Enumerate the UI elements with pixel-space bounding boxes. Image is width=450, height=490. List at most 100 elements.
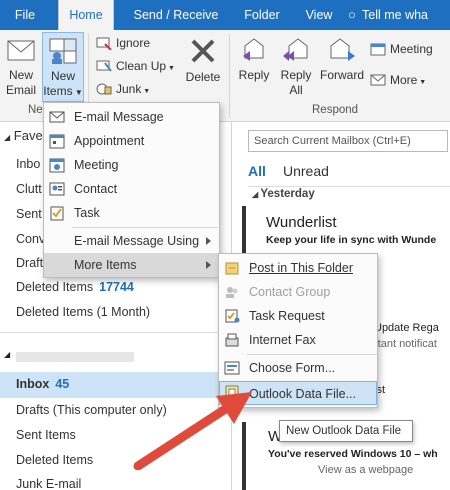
menu-item-label: Contact	[74, 182, 118, 196]
inbox-label: Inbox	[16, 377, 50, 391]
menu-item-label: Contact Group	[249, 285, 331, 299]
forward-button[interactable]: Forward	[318, 36, 366, 83]
menu-item-meeting[interactable]: Meeting	[44, 153, 219, 177]
clean-up-label: Clean Up	[116, 59, 167, 73]
nav-item-inbox[interactable]: Inbox 45	[16, 377, 69, 391]
email-icon	[49, 111, 65, 123]
reply-all-label-1: Reply	[280, 68, 312, 82]
favorites-header[interactable]: ◢ Fave	[4, 128, 43, 143]
submenu-arrow-icon	[206, 237, 211, 245]
menu-item-post-in-folder[interactable]: Post in This Folder	[219, 256, 377, 280]
new-email-label-2: Email	[5, 83, 36, 97]
nav-item-junk[interactable]: Junk E-mail	[16, 477, 81, 490]
reply-all-label-2: All	[289, 83, 303, 97]
junk-button[interactable]: Junk ▼	[94, 79, 150, 99]
nav-item-deleted-items-fav[interactable]: Deleted Items 17744	[16, 280, 134, 294]
nav-item-inbox-fav[interactable]: Inbo	[16, 157, 40, 171]
menu-item-internet-fax[interactable]: Internet Fax	[219, 328, 377, 352]
ignore-label: Ignore	[116, 36, 151, 50]
ribbon-tab-bar: File Home Send / Receive Folder View ○ T…	[0, 0, 450, 30]
reply-button[interactable]: Reply	[234, 36, 274, 83]
contact-icon	[49, 182, 65, 196]
account-header[interactable]: ◢	[4, 350, 154, 364]
new-email-icon	[7, 40, 35, 61]
lightbulb-icon: ○	[348, 7, 356, 22]
new-email-label-1: New	[8, 68, 33, 82]
message-subject-fragment: Update Rega	[374, 322, 439, 334]
more-button[interactable]: More ▼	[368, 70, 426, 90]
tab-folder[interactable]: Folder	[236, 0, 288, 30]
menu-item-contact[interactable]: Contact	[44, 177, 219, 201]
forward-label: Forward	[319, 68, 364, 82]
more-label: More	[390, 73, 418, 87]
nav-item-drafts-fav[interactable]: Draft	[16, 256, 43, 270]
menu-item-email-message[interactable]: E-mail Message	[44, 105, 219, 129]
ignore-button[interactable]: Ignore	[94, 33, 150, 53]
new-items-button[interactable]: New Items ▼	[42, 32, 84, 102]
message-subject: You've reserved Windows 10 – wh	[268, 448, 438, 460]
tell-me-label: Tell me wha	[362, 8, 428, 22]
nav-item-conversation[interactable]: Conv	[16, 232, 45, 246]
dropdown-arrow-icon: ▼	[166, 65, 175, 72]
deleted-items-count: 17744	[99, 280, 134, 294]
new-email-button[interactable]: New Email	[2, 38, 40, 98]
annotation-arrow	[133, 392, 252, 470]
group-yesterday-label: Yesterday	[260, 188, 315, 200]
menu-item-contact-group[interactable]: Contact Group	[219, 280, 377, 304]
task-icon	[50, 206, 64, 221]
new-items-menu: E-mail Message Appointment Meeting Conta…	[43, 102, 220, 278]
ribbon-separator	[229, 34, 230, 118]
inbox-count: 45	[55, 377, 70, 391]
tooltip: New Outlook Data File	[279, 420, 413, 442]
menu-item-task-request[interactable]: Task Request	[219, 304, 377, 328]
menu-item-task[interactable]: Task	[44, 201, 219, 225]
tab-home[interactable]: Home	[58, 0, 114, 30]
nav-item-clutter[interactable]: Clutt	[16, 182, 42, 196]
fax-icon	[225, 333, 239, 347]
filter-all[interactable]: All	[248, 163, 266, 179]
message-sender: Wunderlist	[266, 214, 337, 231]
nav-item-sent-items[interactable]: Sent Items	[16, 428, 76, 442]
delete-button[interactable]: Delete	[182, 36, 224, 85]
clean-up-button[interactable]: Clean Up ▼	[94, 56, 175, 76]
filter-divider	[248, 186, 450, 187]
delete-label: Delete	[185, 70, 221, 84]
filter-unread[interactable]: Unread	[283, 163, 329, 179]
more-respond-icon	[370, 74, 386, 86]
favorites-label: Fave	[13, 128, 43, 143]
nav-item-sent-fav[interactable]: Sent	[16, 207, 42, 221]
group-respond-label: Respond	[312, 104, 359, 116]
tab-file[interactable]: File	[0, 0, 50, 30]
menu-item-label: E-mail Message	[74, 110, 164, 124]
meeting-icon	[49, 158, 65, 173]
collapse-arrow-icon: ◢	[4, 133, 11, 142]
menu-separator	[247, 354, 377, 355]
tell-me-box[interactable]: ○ Tell me wha	[348, 0, 450, 30]
submenu-arrow-icon	[206, 261, 211, 269]
tab-view[interactable]: View	[298, 0, 340, 30]
post-label: Post in This Folder	[249, 261, 353, 275]
nav-item-deleted-items[interactable]: Deleted Items	[16, 453, 93, 467]
forward-icon	[330, 38, 355, 61]
nav-item-deleted-one-month[interactable]: Deleted Items (1 Month)	[16, 305, 150, 319]
menu-item-more-items[interactable]: More Items	[44, 253, 219, 277]
new-items-label-1: New	[50, 69, 75, 83]
search-input[interactable]: Search Current Mailbox (Ctrl+E)	[248, 130, 448, 152]
meeting-label: Meeting	[390, 42, 433, 56]
tab-send-receive[interactable]: Send / Receive	[124, 0, 228, 30]
group-yesterday[interactable]: ◢ Yesterday	[252, 188, 315, 200]
menu-item-label: Choose Form...	[249, 361, 336, 375]
menu-separator	[72, 227, 218, 228]
meeting-icon	[370, 43, 386, 56]
menu-item-choose-form[interactable]: Choose Form...	[219, 356, 377, 380]
blurred-account-name	[16, 352, 134, 362]
dropdown-arrow-icon: ▼	[72, 88, 83, 97]
menu-item-label: E-mail Message Using	[74, 234, 200, 248]
reply-all-button[interactable]: Reply All	[276, 36, 316, 98]
menu-item-appointment[interactable]: Appointment	[44, 129, 219, 153]
meeting-button[interactable]: Meeting	[368, 39, 433, 59]
view-as-webpage-link[interactable]: View as a webpage	[318, 464, 413, 476]
menu-item-email-message-using[interactable]: E-mail Message Using	[44, 229, 219, 253]
menu-item-label: Outlook Data File...	[249, 387, 356, 401]
menu-item-label: More Items	[74, 258, 137, 272]
